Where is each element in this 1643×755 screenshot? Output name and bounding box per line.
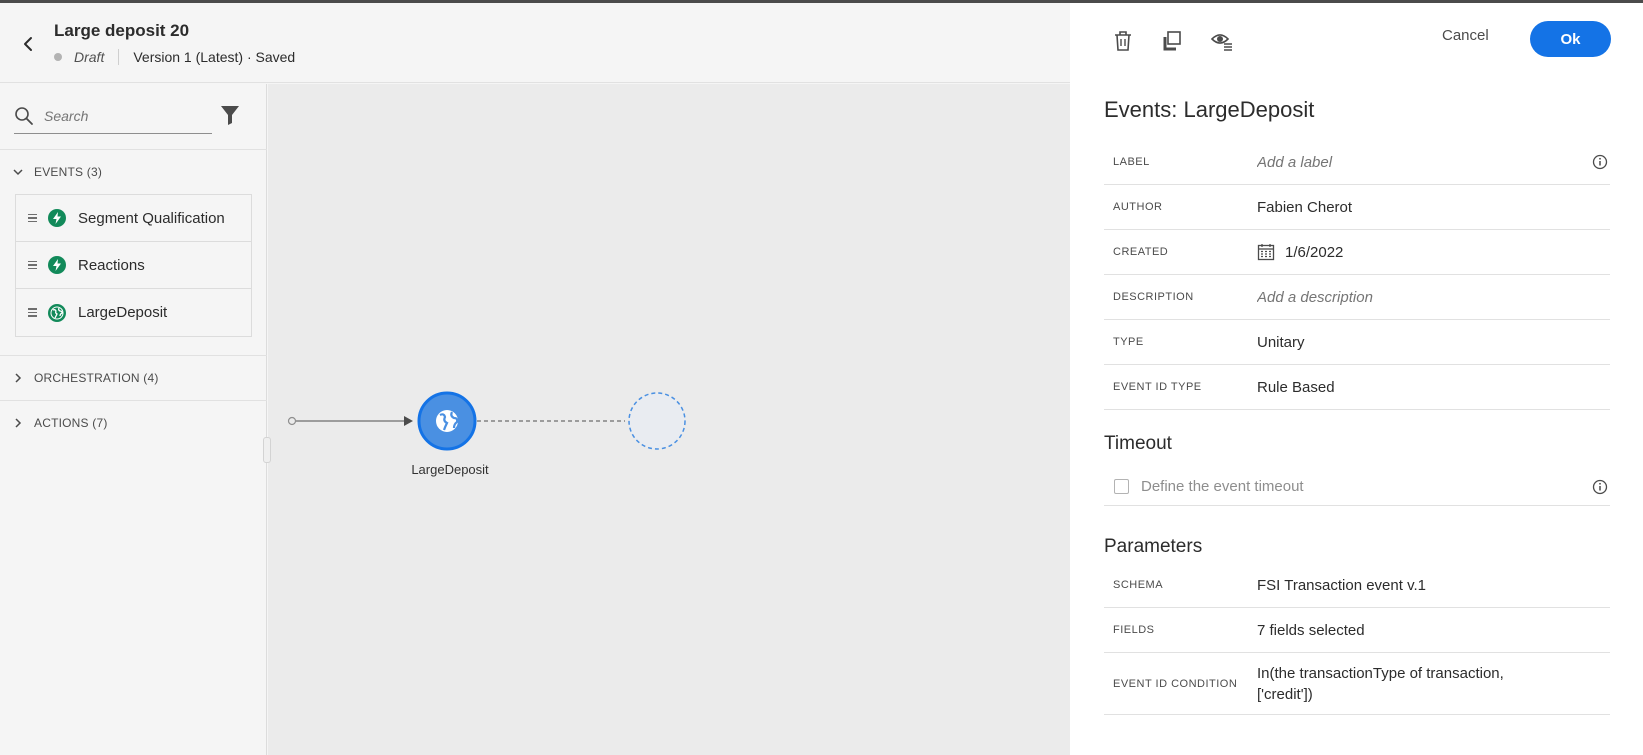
condition-line-2: ['credit']) (1257, 685, 1313, 703)
chevron-left-icon (24, 37, 32, 51)
version-info: Version 1 (Latest) · Saved (133, 49, 296, 65)
property-key: DESCRIPTION (1113, 291, 1194, 303)
copy-icon (1163, 31, 1181, 51)
property-value (1257, 153, 1547, 171)
search-icon (15, 106, 33, 125)
info-icon[interactable] (1592, 479, 1608, 495)
info-icon[interactable] (1592, 154, 1608, 170)
events-section-header[interactable]: EVENTS (3) (0, 150, 267, 194)
start-point-icon (287, 416, 297, 426)
event-item-segment-qualification[interactable]: Segment Qualification (16, 195, 251, 242)
palette-sidebar: EVENTS (3) Segment Qualification Reactio… (0, 84, 267, 755)
events-section: EVENTS (3) Segment Qualification Reactio… (0, 149, 267, 337)
property-key: EVENT ID CONDITION (1113, 677, 1238, 690)
search-input[interactable] (44, 107, 204, 124)
search-field (14, 98, 212, 134)
created-date: 1/6/2022 (1285, 243, 1344, 261)
orchestration-section-header[interactable]: ORCHESTRATION (4) (0, 356, 267, 400)
fields-value: 7 fields selected (1257, 621, 1365, 639)
calendar-icon (1257, 244, 1275, 261)
property-key: AUTHOR (1113, 201, 1163, 213)
parameters-table: SCHEMA FSI Transaction event v.1 FIELDS … (1104, 563, 1610, 715)
actions-section: ACTIONS (7) (0, 400, 267, 445)
property-key: LABEL (1113, 156, 1150, 168)
property-key: FIELDS (1113, 624, 1155, 636)
lightning-icon (48, 209, 66, 227)
journey-status: Draft Version 1 (Latest) · Saved (54, 49, 295, 65)
properties-table: LABEL AUTHOR Fabien Cherot CREATED 1/6/2… (1104, 140, 1610, 410)
delete-button[interactable] (1111, 29, 1135, 53)
lightning-icon (48, 256, 66, 274)
event-id-type-value: Rule Based (1257, 378, 1335, 396)
condition-value: In(the transactionType of transaction, [… (1257, 663, 1504, 705)
journey-title: Large deposit 20 (54, 21, 190, 40)
property-key: CREATED (1113, 246, 1169, 258)
chevron-right-icon (15, 418, 22, 428)
drag-handle-icon (28, 260, 38, 270)
property-row-author: AUTHOR Fabien Cherot (1104, 185, 1610, 230)
events-list: Segment Qualification Reactions LargeDep… (15, 194, 252, 337)
timeout-section-title: Timeout (1104, 433, 1172, 454)
filter-button[interactable] (220, 104, 242, 126)
journey-header: Large deposit 20 Draft Version 1 (Latest… (0, 3, 1070, 83)
property-key: SCHEMA (1113, 579, 1164, 591)
drag-handle-icon (28, 308, 38, 317)
property-row-label: LABEL (1104, 140, 1610, 185)
journey-canvas[interactable] (268, 84, 1070, 755)
eye-settings-icon (1211, 34, 1232, 51)
cancel-button[interactable]: Cancel (1442, 27, 1489, 44)
property-key: TYPE (1113, 336, 1144, 348)
event-item-label: LargeDeposit (78, 304, 168, 321)
parameter-row-schema: SCHEMA FSI Transaction event v.1 (1104, 563, 1610, 608)
property-row-type: TYPE Unitary (1104, 320, 1610, 365)
panel-resize-handle[interactable] (263, 437, 271, 463)
back-button[interactable] (18, 33, 38, 55)
property-row-created: CREATED 1/6/2022 (1104, 230, 1610, 275)
events-section-label: EVENTS (3) (34, 165, 103, 179)
ok-button[interactable]: Ok (1530, 21, 1611, 57)
drag-handle-icon (28, 213, 38, 223)
event-item-label: Reactions (78, 256, 145, 274)
property-key: EVENT ID TYPE (1113, 381, 1202, 393)
actions-section-header[interactable]: ACTIONS (7) (0, 401, 267, 445)
panel-title: Events: LargeDeposit (1104, 97, 1315, 122)
author-value: Fabien Cherot (1257, 198, 1353, 216)
chevron-down-icon (13, 169, 23, 176)
status-badge: Draft (74, 49, 120, 65)
properties-panel: Cancel Ok Events: LargeDeposit LABEL AUT… (1070, 3, 1643, 755)
schema-value: FSI Transaction event v.1 (1257, 576, 1426, 594)
trash-icon (1115, 31, 1131, 51)
description-input[interactable] (1257, 288, 1547, 306)
view-settings-button[interactable] (1210, 29, 1234, 53)
property-row-description: DESCRIPTION (1104, 275, 1610, 320)
label-input[interactable] (1257, 153, 1547, 171)
duplicate-button[interactable] (1160, 29, 1184, 53)
orchestration-section-label: ORCHESTRATION (4) (34, 371, 159, 385)
event-item-label: Segment Qualification (78, 209, 225, 227)
node-label: LargeDeposit (411, 462, 489, 477)
event-item-largedeposit[interactable]: LargeDeposit (16, 289, 251, 336)
parameters-section-title: Parameters (1104, 536, 1203, 557)
status-dot-icon (54, 53, 62, 61)
actions-section-label: ACTIONS (7) (34, 416, 108, 430)
filter-icon (221, 106, 239, 125)
parameter-row-fields[interactable]: FIELDS 7 fields selected (1104, 608, 1610, 653)
timeout-row: Define the event timeout (1104, 468, 1610, 506)
orchestration-section: ORCHESTRATION (4) (0, 355, 267, 400)
condition-line-1: In(the transactionType of transaction, (1257, 664, 1504, 682)
parameter-row-condition[interactable]: EVENT ID CONDITION In(the transactionTyp… (1104, 653, 1610, 715)
timeout-checkbox-label: Define the event timeout (1141, 478, 1304, 495)
property-row-event-id-type: EVENT ID TYPE Rule Based (1104, 365, 1610, 410)
type-value: Unitary (1257, 333, 1305, 351)
timeout-checkbox[interactable] (1114, 479, 1129, 494)
chevron-right-icon (15, 373, 22, 383)
empty-drop-target (628, 392, 686, 450)
event-item-reactions[interactable]: Reactions (16, 242, 251, 289)
largedeposit-node[interactable] (417, 391, 477, 451)
canvas-graph (287, 391, 686, 451)
property-value (1257, 288, 1547, 306)
arrow-head-icon (404, 416, 413, 426)
globe-icon (48, 303, 66, 322)
property-value: 1/6/2022 (1257, 243, 1343, 261)
